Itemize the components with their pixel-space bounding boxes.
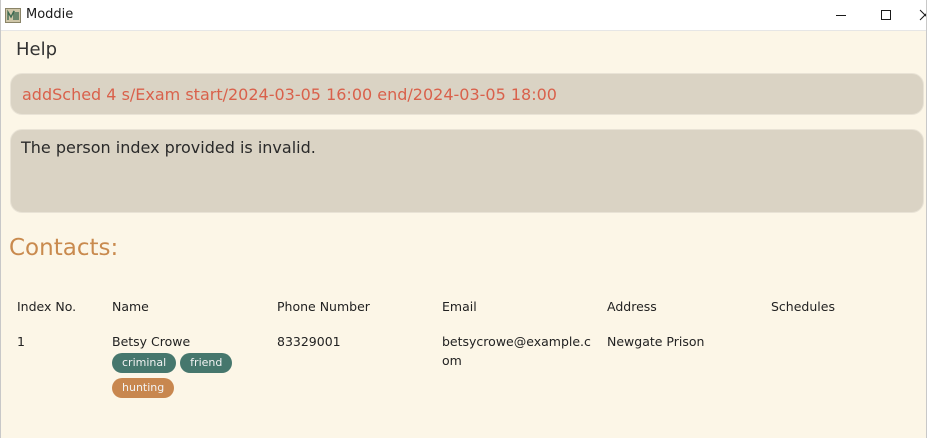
tag-friend: friend bbox=[180, 353, 233, 373]
row-index: 1 bbox=[17, 334, 25, 349]
tag-criminal: criminal bbox=[112, 353, 177, 373]
row-email: betsycrowe@example.com bbox=[442, 334, 591, 368]
title-bar[interactable]: Moddie bbox=[1, 0, 926, 31]
close-icon bbox=[919, 9, 926, 21]
close-button[interactable] bbox=[906, 0, 926, 30]
tag-list: criminal friendhunting bbox=[112, 351, 262, 401]
column-header-email: Email bbox=[442, 299, 477, 314]
minimize-icon bbox=[836, 15, 846, 16]
menu-help[interactable]: Help bbox=[16, 39, 57, 60]
column-header-index: Index No. bbox=[17, 299, 77, 314]
command-input[interactable]: addSched 4 s/Exam start/2024-03-05 16:00… bbox=[22, 85, 557, 104]
row-address: Newgate Prison bbox=[607, 334, 705, 349]
result-message: The person index provided is invalid. bbox=[21, 138, 316, 157]
app-window: Moddie Help addSched 4 s/Exam start/2024… bbox=[0, 0, 927, 438]
window-title: Moddie bbox=[26, 7, 74, 22]
tag-hunting: hunting bbox=[112, 378, 175, 398]
maximize-icon bbox=[881, 10, 891, 20]
command-box[interactable]: addSched 4 s/Exam start/2024-03-05 16:00… bbox=[10, 73, 924, 115]
app-icon bbox=[5, 8, 21, 23]
row-phone: 83329001 bbox=[277, 334, 341, 349]
contacts-heading: Contacts: bbox=[9, 235, 119, 261]
column-header-schedules: Schedules bbox=[771, 299, 835, 314]
maximize-button[interactable] bbox=[863, 0, 909, 30]
column-header-phone: Phone Number bbox=[277, 299, 370, 314]
result-display: The person index provided is invalid. bbox=[10, 129, 924, 213]
minimize-button[interactable] bbox=[818, 0, 864, 30]
column-header-name: Name bbox=[112, 299, 149, 314]
row-name: Betsy Crowe bbox=[112, 334, 191, 349]
column-header-address: Address bbox=[607, 299, 657, 314]
